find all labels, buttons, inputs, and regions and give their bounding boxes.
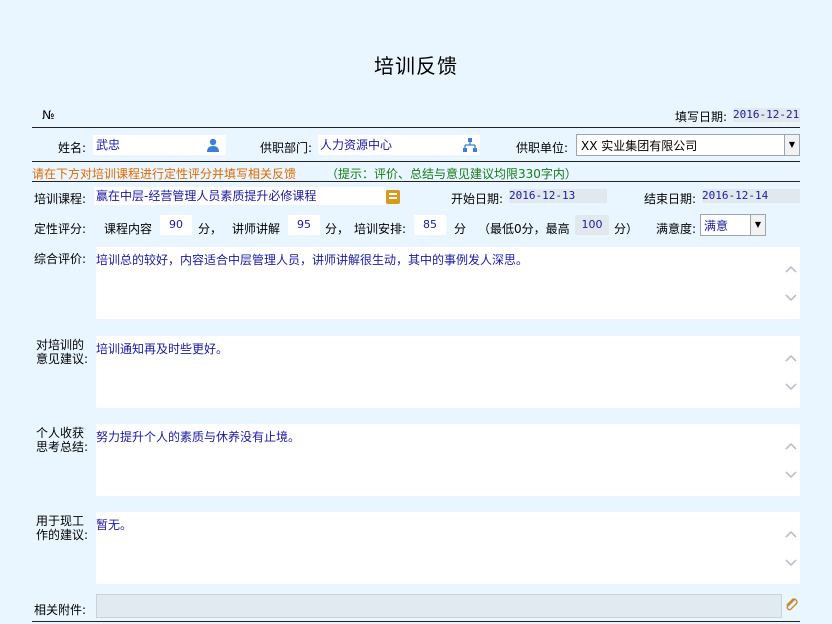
unit-label: 供职单位:	[516, 141, 569, 155]
arrange-score-unit: 分	[454, 222, 467, 236]
course-field[interactable]: 赢在中层-经营管理人员素质提升必修课程	[94, 187, 386, 205]
work-scrollbar[interactable]	[782, 512, 800, 584]
scroll-up-icon[interactable]	[785, 529, 797, 539]
max-score-value: 100	[575, 215, 609, 235]
divider	[32, 621, 800, 622]
scroll-down-icon[interactable]	[785, 293, 797, 303]
page-title: 培训反馈	[374, 54, 458, 78]
advice-text: 培训通知再及时些更好。	[96, 342, 229, 356]
satisfaction-value: 满意	[704, 219, 729, 233]
work-text: 暂无。	[96, 518, 133, 532]
teacher-score-input[interactable]: 95	[288, 215, 320, 235]
unit-select[interactable]: XX 实业集团有限公司 ▼	[576, 134, 800, 156]
content-score-unit: 分，	[198, 222, 223, 236]
course-value: 赢在中层-经营管理人员素质提升必修课程	[96, 189, 317, 203]
scroll-up-icon[interactable]	[785, 264, 797, 274]
arrange-score-label: 培训安排:	[354, 222, 407, 236]
scroll-down-icon[interactable]	[785, 470, 797, 480]
fill-date-label: 填写日期:	[675, 110, 728, 124]
summary-label: 个人收获 思考总结:	[36, 426, 89, 454]
end-date-label: 结束日期:	[644, 192, 697, 206]
attachment-label: 相关附件:	[34, 603, 87, 617]
unit-value: XX 实业集团有限公司	[581, 139, 698, 153]
dept-field[interactable]: 人力资源中心	[318, 135, 480, 155]
overall-label: 综合评价:	[34, 252, 87, 266]
summary-scrollbar[interactable]	[782, 424, 800, 496]
divider	[32, 181, 800, 182]
attachment-field[interactable]	[96, 594, 782, 618]
summary-textarea[interactable]: 努力提升个人的素质与休养没有止境。	[96, 424, 800, 496]
teacher-score-unit: 分，	[325, 222, 350, 236]
score-range-prefix: （最低0分，最高	[478, 222, 570, 236]
end-date-value: 2016-12-14	[702, 189, 800, 203]
score-range-suffix: 分）	[614, 222, 639, 236]
scroll-up-icon[interactable]	[785, 353, 797, 363]
dept-value: 人力资源中心	[320, 138, 393, 152]
overall-scrollbar[interactable]	[782, 247, 800, 319]
user-picker-icon[interactable]	[205, 137, 221, 153]
dept-label: 供职部门:	[260, 141, 313, 155]
scroll-down-icon[interactable]	[785, 558, 797, 568]
chevron-down-icon[interactable]: ▼	[784, 135, 799, 155]
content-score-label: 课程内容	[104, 222, 153, 236]
overall-text: 培训总的较好，内容适合中层管理人员，讲师讲解很生动，其中的事例发人深思。	[96, 253, 529, 267]
advice-textarea[interactable]: 培训通知再及时些更好。	[96, 336, 800, 408]
content-score-input[interactable]: 90	[160, 215, 192, 235]
chevron-down-icon[interactable]: ▼	[750, 215, 765, 235]
score-label: 定性评分:	[34, 222, 87, 236]
advice-label: 对培训的 意见建议:	[36, 338, 89, 366]
paperclip-icon[interactable]	[783, 596, 799, 612]
teacher-score-label: 讲师讲解	[232, 222, 281, 236]
satisfaction-select[interactable]: 满意 ▼	[700, 214, 766, 236]
advice-scrollbar[interactable]	[782, 336, 800, 408]
scroll-up-icon[interactable]	[785, 441, 797, 451]
start-date-label: 开始日期:	[451, 192, 504, 206]
work-textarea[interactable]: 暂无。	[96, 512, 800, 584]
satisfaction-label: 满意度:	[656, 222, 697, 236]
fill-date-value: 2016-12-21	[733, 108, 800, 122]
name-value: 武忠	[96, 138, 121, 152]
summary-text: 努力提升个人的素质与休养没有止境。	[96, 430, 301, 444]
divider	[32, 161, 800, 162]
notice-hint: （提示：评价、总结与意见建议均限330字内）	[326, 167, 577, 181]
course-label: 培训课程:	[34, 192, 87, 206]
notice-text: 请在下方对培训课程进行定性评分并填写相关反馈	[32, 167, 297, 181]
name-label: 姓名:	[58, 141, 87, 155]
start-date-value: 2016-12-13	[509, 189, 607, 203]
org-tree-icon[interactable]	[462, 137, 478, 153]
divider	[32, 127, 800, 128]
record-number-label: №	[42, 108, 55, 122]
course-picker-icon[interactable]	[385, 189, 401, 205]
arrange-score-input[interactable]: 85	[414, 215, 446, 235]
work-label: 用于现工 作的建议:	[36, 514, 89, 542]
scroll-down-icon[interactable]	[785, 382, 797, 392]
overall-textarea[interactable]: 培训总的较好，内容适合中层管理人员，讲师讲解很生动，其中的事例发人深思。	[96, 247, 800, 319]
